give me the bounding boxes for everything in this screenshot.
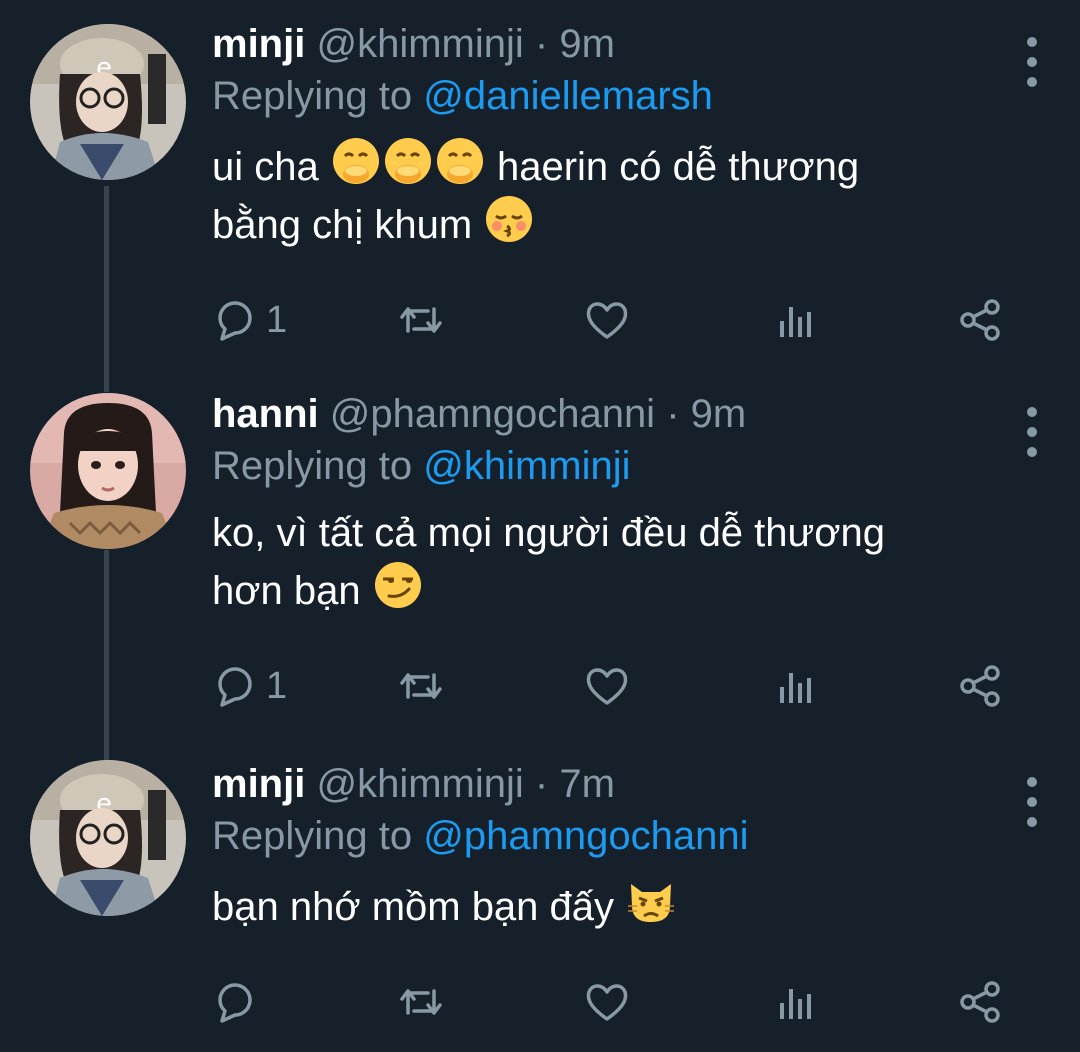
smirking-face-emoji — [374, 562, 421, 608]
share-icon — [960, 981, 1000, 1023]
timestamp[interactable]: 9m — [691, 392, 747, 436]
user-handle[interactable]: @khimminji — [316, 22, 523, 66]
like-button[interactable] — [584, 972, 630, 1032]
avatar[interactable] — [30, 393, 186, 549]
avatar-hanni-image — [30, 393, 186, 549]
share-icon — [960, 299, 1000, 341]
reply-mention-link[interactable]: @khimminji — [423, 444, 630, 488]
tweet-actions — [212, 972, 1012, 1032]
replying-label: Replying to — [212, 814, 413, 858]
tweet-header: minji @khimminji · 7m — [212, 760, 1040, 808]
timestamp[interactable]: 7m — [559, 762, 615, 806]
retweet-icon — [400, 673, 442, 699]
tweet[interactable]: hanni @phamngochanni · 9m Replying to @k… — [0, 390, 1080, 750]
replying-to: Replying to @khimminji — [212, 438, 1040, 494]
user-handle[interactable]: @phamngochanni — [330, 392, 655, 436]
retweet-button[interactable] — [398, 290, 444, 350]
display-name[interactable]: minji — [212, 762, 305, 806]
analytics-button[interactable] — [772, 290, 818, 350]
like-button[interactable] — [584, 656, 630, 716]
replying-label: Replying to — [212, 444, 413, 488]
retweet-icon — [400, 307, 442, 333]
like-icon — [586, 668, 628, 705]
reply-button[interactable] — [212, 972, 266, 1032]
reply-count: 1 — [266, 664, 288, 707]
tweet[interactable]: e minji @khimminji · 9m Replying to @dan… — [0, 20, 1080, 380]
tweet-text-part: haerin có dễ thương — [485, 145, 860, 189]
hand-over-mouth-emoji — [384, 138, 431, 184]
retweet-button[interactable] — [398, 972, 444, 1032]
like-button[interactable] — [584, 290, 630, 350]
separator-dot: · — [534, 22, 549, 66]
share-button[interactable] — [958, 290, 1004, 350]
tweet-text-part: hơn bạn — [212, 569, 372, 613]
separator-dot: · — [666, 392, 680, 436]
avatar-minji-image: e — [30, 760, 186, 916]
like-icon — [586, 984, 628, 1021]
tweet-text-part: bằng chị khum — [212, 203, 484, 247]
reply-icon — [218, 983, 252, 1023]
reply-count: 1 — [266, 298, 288, 341]
tweet-actions: 1 — [212, 290, 1012, 350]
share-button[interactable] — [958, 656, 1004, 716]
analytics-button[interactable] — [772, 972, 818, 1032]
replying-label: Replying to — [212, 74, 413, 118]
display-name[interactable]: minji — [212, 22, 305, 66]
avatar-minji-image: e — [30, 24, 186, 180]
tweet[interactable]: e minji @khimminji · 7m Replying to @pha… — [0, 760, 1080, 1050]
more-icon[interactable] — [1026, 404, 1038, 460]
tweet-text-part: ui cha — [212, 145, 330, 189]
avatar[interactable]: e — [30, 24, 186, 180]
analytics-icon — [780, 989, 811, 1019]
tweet-text: bạn nhớ mồm bạn đấy — [212, 876, 1040, 934]
analytics-icon — [780, 307, 811, 337]
tweet-text: ko, vì tất cả mọi người đều dễ thương hơ… — [212, 506, 1040, 618]
like-icon — [586, 302, 628, 339]
tweet-text: ui cha haerin có dễ thương bằng chị khum — [212, 136, 1040, 252]
reply-icon — [218, 301, 252, 341]
tweet-text-part: bạn nhớ mồm bạn đấy — [212, 885, 626, 929]
more-icon[interactable] — [1026, 34, 1038, 90]
analytics-icon — [780, 673, 811, 703]
tweet-header: hanni @phamngochanni · 9m — [212, 390, 1040, 438]
separator-dot: · — [534, 762, 549, 806]
analytics-button[interactable] — [772, 656, 818, 716]
display-name[interactable]: hanni — [212, 392, 319, 436]
user-handle[interactable]: @khimminji — [316, 762, 523, 806]
avatar[interactable]: e — [30, 760, 186, 916]
pouting-cat-emoji — [628, 884, 675, 922]
reply-mention-link[interactable]: @daniellemarsh — [423, 74, 713, 118]
hand-over-mouth-emoji — [436, 138, 483, 184]
replying-to: Replying to @phamngochanni — [212, 808, 1040, 864]
retweet-icon — [400, 989, 442, 1015]
reply-mention-link[interactable]: @phamngochanni — [423, 814, 748, 858]
reply-button[interactable]: 1 — [212, 656, 287, 716]
reply-button[interactable]: 1 — [212, 290, 287, 350]
tweet-header: minji @khimminji · 9m — [212, 20, 1040, 68]
kissing-closed-eyes-emoji — [486, 196, 533, 242]
hand-over-mouth-emoji — [332, 138, 379, 184]
tweet-actions: 1 — [212, 656, 1012, 716]
retweet-button[interactable] — [398, 656, 444, 716]
tweet-text-part: ko, vì tất cả mọi người đều dễ thương — [212, 511, 886, 555]
share-icon — [960, 665, 1000, 707]
replying-to: Replying to @daniellemarsh — [212, 68, 1040, 124]
timestamp[interactable]: 9m — [559, 22, 615, 66]
share-button[interactable] — [958, 972, 1004, 1032]
reply-icon — [218, 667, 252, 707]
more-icon[interactable] — [1026, 774, 1038, 830]
